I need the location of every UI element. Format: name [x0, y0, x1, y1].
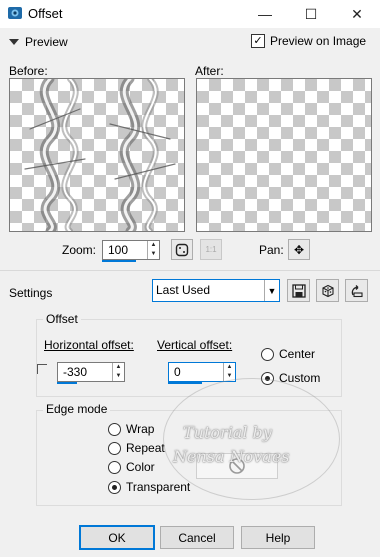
settings-label: Settings — [9, 286, 53, 300]
center-radio[interactable]: Center — [261, 347, 315, 361]
separator — [0, 270, 380, 271]
actual-size-icon: 1:1 — [205, 245, 217, 254]
transparent-radio-icon — [108, 480, 121, 494]
horizontal-offset-label: Horizontal offset: — [44, 338, 134, 352]
save-preset-button[interactable] — [287, 279, 310, 302]
after-label: After: — [195, 64, 224, 78]
wrap-radio[interactable]: Wrap — [108, 422, 154, 436]
reset-icon — [351, 284, 363, 297]
zoom-label: Zoom: — [62, 243, 97, 257]
horizontal-offset-spinner[interactable]: -330 ▲ ▼ — [57, 362, 125, 384]
actual-size-button[interactable]: 1:1 — [200, 239, 222, 260]
app-icon — [8, 7, 22, 19]
zoom-fit-button[interactable] — [171, 239, 193, 260]
zoom-value[interactable]: 100 — [103, 241, 147, 259]
horizontal-offset-value[interactable]: -330 — [58, 363, 112, 381]
maximize-button[interactable]: ☐ — [288, 0, 334, 28]
repeat-radio-icon — [108, 441, 121, 455]
watermark-line2: Nensa Novaes — [173, 447, 290, 466]
wrap-label: Wrap — [126, 422, 155, 436]
cancel-button[interactable]: Cancel — [160, 526, 234, 549]
zoom-spin-buttons[interactable]: ▲ ▼ — [147, 241, 159, 259]
minimize-icon: — — [258, 6, 272, 22]
offset-group-title: Offset — [43, 312, 81, 326]
vertical-offset-value[interactable]: 0 — [169, 363, 223, 381]
vertical-offset-label: Vertical offset: — [157, 338, 233, 352]
pan-button[interactable]: ✥ — [288, 239, 310, 260]
horizontal-spin-buttons[interactable]: ▲ ▼ — [112, 363, 124, 381]
repeat-label: Repeat — [126, 441, 165, 455]
checkbox-check-icon: ✓ — [251, 34, 265, 48]
pan-label: Pan: — [259, 243, 284, 257]
dice-icon — [321, 284, 334, 297]
ok-button[interactable]: OK — [79, 525, 155, 550]
preset-dropdown[interactable]: Last Used ▼ — [152, 279, 280, 302]
wrap-radio-icon — [108, 422, 121, 436]
color-radio-icon — [108, 460, 121, 474]
randomize-button[interactable] — [316, 279, 339, 302]
maximize-icon: ☐ — [304, 5, 318, 22]
color-radio[interactable]: Color — [108, 460, 155, 474]
zoom-slider-bar[interactable] — [102, 260, 136, 262]
preset-value: Last Used — [156, 283, 211, 297]
help-label: Help — [265, 530, 291, 545]
pan-move-icon: ✥ — [293, 242, 305, 257]
transparent-radio[interactable]: Transparent — [108, 480, 190, 494]
vertical-slider-bar[interactable] — [168, 382, 202, 384]
transparent-label: Transparent — [126, 480, 191, 494]
ok-label: OK — [108, 530, 126, 545]
save-icon — [291, 283, 306, 298]
chevron-down-icon: ▼ — [264, 280, 279, 301]
after-preview[interactable] — [196, 78, 372, 232]
zoom-spinner[interactable]: 100 ▲ ▼ — [102, 240, 160, 262]
help-button[interactable]: Help — [241, 526, 315, 549]
cancel-label: Cancel — [178, 530, 216, 545]
minimize-button[interactable]: — — [242, 0, 288, 28]
preview-on-image-label: Preview on Image — [270, 34, 367, 48]
color-label: Color — [126, 460, 155, 474]
center-label: Center — [279, 347, 316, 361]
repeat-radio[interactable]: Repeat — [108, 441, 165, 455]
preview-on-image-checkbox[interactable]: ✓ Preview on Image — [251, 34, 366, 48]
zoom-fit-icon — [175, 243, 189, 256]
preview-toggle[interactable]: Preview — [9, 35, 68, 49]
reset-button[interactable] — [345, 279, 368, 302]
close-icon: ✕ — [351, 5, 363, 22]
before-preview[interactable] — [9, 78, 185, 232]
window-title: Offset — [28, 6, 63, 21]
preview-toggle-label: Preview — [25, 35, 68, 49]
close-button[interactable]: ✕ — [334, 0, 380, 28]
link-bracket-icon — [37, 364, 47, 374]
watermark-line1: Tutorial by — [183, 423, 272, 442]
edge-mode-title: Edge mode — [43, 402, 111, 416]
horizontal-slider-bar[interactable] — [57, 382, 77, 384]
center-radio-icon — [261, 347, 274, 361]
before-label: Before: — [9, 64, 48, 78]
before-preview-image — [24, 79, 176, 231]
collapse-triangle-icon — [9, 39, 19, 45]
